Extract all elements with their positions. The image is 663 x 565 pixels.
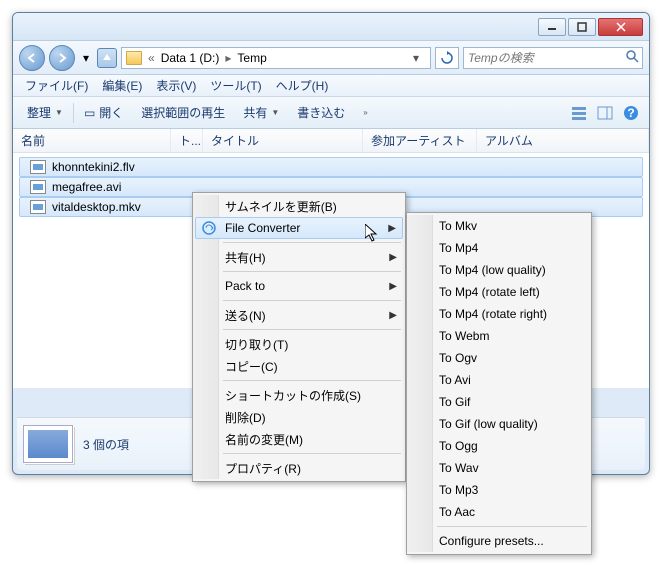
video-file-icon [30,200,46,214]
col-track[interactable]: ト... [171,129,203,152]
more-button[interactable]: » [355,104,375,121]
titlebar [13,13,649,41]
file-converter-submenu: To Mkv To Mp4 To Mp4 (low quality) To Mp… [406,212,592,555]
close-button[interactable] [598,18,643,36]
sub-to-mp4[interactable]: To Mp4 [409,237,589,259]
open-icon: ▭ [84,106,95,120]
menu-edit[interactable]: 編集(E) [96,75,148,96]
sub-to-mkv[interactable]: To Mkv [409,215,589,237]
address-sep: « [146,51,157,65]
sub-to-mp4-lq[interactable]: To Mp4 (low quality) [409,259,589,281]
file-row[interactable]: khonntekini2.flv [19,157,643,177]
ctx-create-shortcut[interactable]: ショートカットの作成(S) [195,384,403,406]
file-name: vitaldesktop.mkv [52,200,141,214]
organize-button[interactable]: 整理▼ [19,100,71,125]
preview-pane-button[interactable] [593,101,617,125]
sub-to-wav[interactable]: To Wav [409,457,589,479]
address-bar[interactable]: « Data 1 (D:) ▸ Temp ▾ [121,47,431,69]
sub-to-mp4-rl[interactable]: To Mp4 (rotate left) [409,281,589,303]
ctx-file-converter[interactable]: File Converter▶ [195,217,403,239]
open-button[interactable]: ▭開く [76,100,131,125]
column-headers: 名前 ト... タイトル 参加アーティスト アルバム [13,129,649,153]
help-button[interactable]: ? [619,101,643,125]
col-album[interactable]: アルバム [477,129,649,152]
ctx-properties[interactable]: プロパティ(R) [195,457,403,479]
address-arrow[interactable]: ▸ [223,51,233,65]
file-converter-icon [201,220,217,236]
sub-configure-presets[interactable]: Configure presets... [409,530,589,552]
ctx-update-thumbnail[interactable]: サムネイルを更新(B) [195,195,403,217]
svg-text:?: ? [627,106,634,120]
address-folder[interactable]: Temp [237,51,266,65]
ctx-rename[interactable]: 名前の変更(M) [195,428,403,450]
toolbar: 整理▼ ▭開く 選択範囲の再生 共有▼ 書き込む » ? [13,97,649,129]
file-name: megafree.avi [52,180,121,194]
sub-to-avi[interactable]: To Avi [409,369,589,391]
col-title[interactable]: タイトル [203,129,363,152]
share-button[interactable]: 共有▼ [235,100,287,125]
menu-tools[interactable]: ツール(T) [204,75,267,96]
col-name[interactable]: 名前 [13,129,171,152]
up-button[interactable] [97,48,117,68]
forward-button[interactable] [49,45,75,71]
maximize-button[interactable] [568,18,596,36]
address-drive[interactable]: Data 1 (D:) [161,51,220,65]
context-menu: サムネイルを更新(B) File Converter▶ 共有(H)▶ Pack … [192,192,406,482]
ctx-cut[interactable]: 切り取り(T) [195,333,403,355]
menubar: ファイル(F) 編集(E) 表示(V) ツール(T) ヘルプ(H) [13,75,649,97]
thumbnail [23,425,73,463]
refresh-button[interactable] [435,47,459,69]
ctx-copy[interactable]: コピー(C) [195,355,403,377]
search-input[interactable] [468,51,625,65]
video-file-icon [30,160,46,174]
search-icon[interactable] [625,49,639,66]
ctx-send-to[interactable]: 送る(N)▶ [195,304,403,326]
sub-to-ogg[interactable]: To Ogg [409,435,589,457]
sub-to-gif-lq[interactable]: To Gif (low quality) [409,413,589,435]
address-dropdown[interactable]: ▾ [406,51,426,65]
file-name: khonntekini2.flv [52,160,135,174]
folder-icon [126,51,142,65]
sub-to-webm[interactable]: To Webm [409,325,589,347]
menu-view[interactable]: 表示(V) [150,75,202,96]
ctx-delete[interactable]: 削除(D) [195,406,403,428]
history-dropdown[interactable]: ▾ [79,45,93,71]
minimize-button[interactable] [538,18,566,36]
menu-help[interactable]: ヘルプ(H) [270,75,335,96]
sub-to-mp3[interactable]: To Mp3 [409,479,589,501]
video-file-icon [30,180,46,194]
back-button[interactable] [19,45,45,71]
sub-to-ogv[interactable]: To Ogv [409,347,589,369]
selection-count: 3 個の項 [83,436,129,453]
ctx-pack-to[interactable]: Pack to▶ [195,275,403,297]
sub-to-gif[interactable]: To Gif [409,391,589,413]
menu-file[interactable]: ファイル(F) [19,75,94,96]
view-options-button[interactable] [567,101,591,125]
sub-to-aac[interactable]: To Aac [409,501,589,523]
play-selection-button[interactable]: 選択範囲の再生 [133,100,233,125]
navbar: ▾ « Data 1 (D:) ▸ Temp ▾ [13,41,649,75]
sub-to-mp4-rr[interactable]: To Mp4 (rotate right) [409,303,589,325]
ctx-share[interactable]: 共有(H)▶ [195,246,403,268]
col-artist[interactable]: 参加アーティスト [363,129,477,152]
search-box[interactable] [463,47,643,69]
burn-button[interactable]: 書き込む [289,100,353,125]
